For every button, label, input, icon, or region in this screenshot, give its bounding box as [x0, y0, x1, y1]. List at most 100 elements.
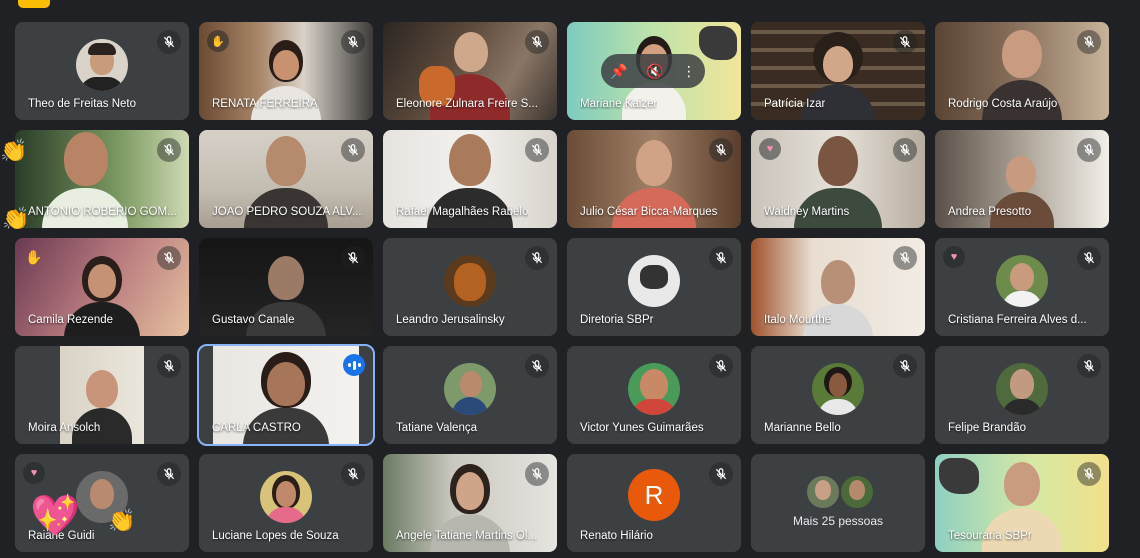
mic-off-icon [341, 30, 365, 54]
participant-name: Rafael Magalhães Rabelo [396, 206, 529, 218]
mic-off-icon [893, 30, 917, 54]
participant-tile[interactable]: Moira Ansolch [15, 346, 189, 444]
participant-name: Marianne Bello [764, 422, 841, 434]
participant-tile[interactable]: Tatiane Valença [383, 346, 557, 444]
heart-reaction-icon: ♥ [759, 138, 781, 160]
participant-tile[interactable]: 📌 🔇 ⋮ Mariane Kaizer [567, 22, 741, 120]
participant-name: Camila Rezende [28, 314, 114, 326]
participant-tile[interactable]: Rodrigo Costa Araújo [935, 22, 1109, 120]
participant-avatar [444, 255, 496, 308]
mic-off-icon [157, 462, 181, 486]
participant-tile[interactable]: Tesouraria SBPr [935, 454, 1109, 552]
mic-off-icon [709, 462, 733, 486]
participant-name: Rodrigo Costa Araújo [948, 98, 1058, 110]
participant-name: Andrea Presotto [948, 206, 1032, 218]
participant-tile[interactable]: Angele Tatiane Martins Ol... [383, 454, 557, 552]
mic-off-icon [525, 462, 549, 486]
mic-off-icon [1077, 354, 1101, 378]
participant-name: Angele Tatiane Martins Ol... [396, 530, 538, 542]
participant-name: Luciane Lopes de Souza [212, 530, 339, 542]
participant-tile[interactable]: ♥ Cristiana Ferreira Alves d... [935, 238, 1109, 336]
participant-name: Diretoria SBPr [580, 314, 654, 326]
mic-off-icon [525, 246, 549, 270]
mute-icon[interactable]: 🔇 [646, 63, 663, 80]
participant-tile[interactable]: Ítalo Mourthé [751, 238, 925, 336]
participant-tile[interactable]: Theo de Freitas Neto [15, 22, 189, 120]
participant-avatar [812, 363, 864, 416]
participant-name: Ítalo Mourthé [764, 314, 832, 326]
more-participants-tile[interactable]: Mais 25 pessoas [751, 454, 925, 552]
mic-off-icon [1077, 462, 1101, 486]
participant-name: Patrícia Izar [764, 98, 826, 110]
audio-level-icon [343, 354, 365, 376]
mic-off-icon [525, 354, 549, 378]
participant-tile[interactable]: ✋ Camila Rezende [15, 238, 189, 336]
participant-avatar [805, 474, 841, 510]
participant-avatar [839, 474, 875, 510]
pin-icon[interactable]: 📌 [610, 63, 627, 80]
mic-off-icon [1077, 138, 1101, 162]
participant-name: Moira Ansolch [28, 422, 101, 434]
participant-name: Cristiana Ferreira Alves d... [948, 314, 1087, 326]
clap-reaction-icon: 👏 [0, 138, 28, 163]
participant-tile[interactable]: Leandro Jerusalinsky [383, 238, 557, 336]
clap-reaction-icon: 👏 [108, 508, 136, 533]
mic-off-icon [157, 138, 181, 162]
mic-off-icon [341, 462, 365, 486]
mic-off-icon [1077, 246, 1101, 270]
participant-tile[interactable]: ♥ Waldney Martins [751, 130, 925, 228]
mic-off-icon [157, 354, 181, 378]
mic-off-icon [341, 246, 365, 270]
participant-name: JOÃO PEDRO SOUZA ALV... [212, 206, 362, 218]
mic-off-icon [893, 354, 917, 378]
participant-name: Victor Yunes Guimarães [580, 422, 704, 434]
participant-avatar [628, 363, 680, 416]
mic-off-icon [341, 138, 365, 162]
participant-name: Felipe Brandão [948, 422, 1026, 434]
heart-reaction-icon: ♥ [23, 462, 45, 484]
mic-off-icon [157, 246, 181, 270]
participant-name: Tatiane Valença [396, 422, 477, 434]
sparkle-heart-reaction-icon: 💖 [30, 494, 80, 538]
participant-tile[interactable]: Patrícia Izar [751, 22, 925, 120]
mic-off-icon [709, 246, 733, 270]
participant-name: Renato Hilário [580, 530, 653, 542]
mic-off-icon [525, 138, 549, 162]
society-logo [699, 26, 737, 60]
participant-tile[interactable]: Andrea Presotto [935, 130, 1109, 228]
participant-tile[interactable]: R Renato Hilário [567, 454, 741, 552]
participant-tile[interactable]: Gustavo Canale [199, 238, 373, 336]
participant-tile[interactable]: JOÃO PEDRO SOUZA ALV... [199, 130, 373, 228]
hand-reaction-icon: ✋ [207, 30, 229, 52]
participant-tile[interactable]: Rafael Magalhães Rabelo [383, 130, 557, 228]
participant-name: ANTONIO ROBERIO GOM... [28, 206, 177, 218]
participant-tile[interactable]: Felipe Brandão [935, 346, 1109, 444]
participant-tile[interactable]: ✋ RENATA FERREIRA [199, 22, 373, 120]
participant-tile[interactable]: Diretoria SBPr [567, 238, 741, 336]
more-options-icon[interactable]: ⋮ [682, 63, 696, 80]
participant-avatar [260, 471, 312, 524]
participant-tile[interactable]: Marianne Bello [751, 346, 925, 444]
heart-reaction-icon: ♥ [943, 246, 965, 268]
participant-tile[interactable]: ANTONIO ROBERIO GOM... [15, 130, 189, 228]
top-indicator [18, 0, 50, 8]
participant-name: Tesouraria SBPr [948, 530, 1032, 542]
participant-tile[interactable]: Eleonore Zulnara Freire S... [383, 22, 557, 120]
participant-tile[interactable]: Victor Yunes Guimarães [567, 346, 741, 444]
more-participants-label: Mais 25 pessoas [792, 514, 884, 528]
tile-hover-controls: 📌 🔇 ⋮ [601, 54, 705, 88]
participant-name: Julio César Bicca-Marques [580, 206, 718, 218]
participant-avatar [996, 255, 1048, 308]
participant-avatar [628, 255, 680, 308]
participant-tile-active-speaker[interactable]: CARLA CASTRO [197, 344, 375, 446]
mic-off-icon [893, 138, 917, 162]
participant-tile[interactable]: Luciane Lopes de Souza [199, 454, 373, 552]
mic-off-icon [893, 246, 917, 270]
participant-name: Eleonore Zulnara Freire S... [396, 98, 538, 110]
initial-avatar: R [628, 469, 680, 522]
hand-reaction-icon: ✋ [25, 248, 43, 265]
participant-avatar [76, 39, 128, 92]
participant-name: RENATA FERREIRA [212, 98, 318, 110]
participant-tile[interactable]: Julio César Bicca-Marques [567, 130, 741, 228]
mic-off-icon [525, 30, 549, 54]
